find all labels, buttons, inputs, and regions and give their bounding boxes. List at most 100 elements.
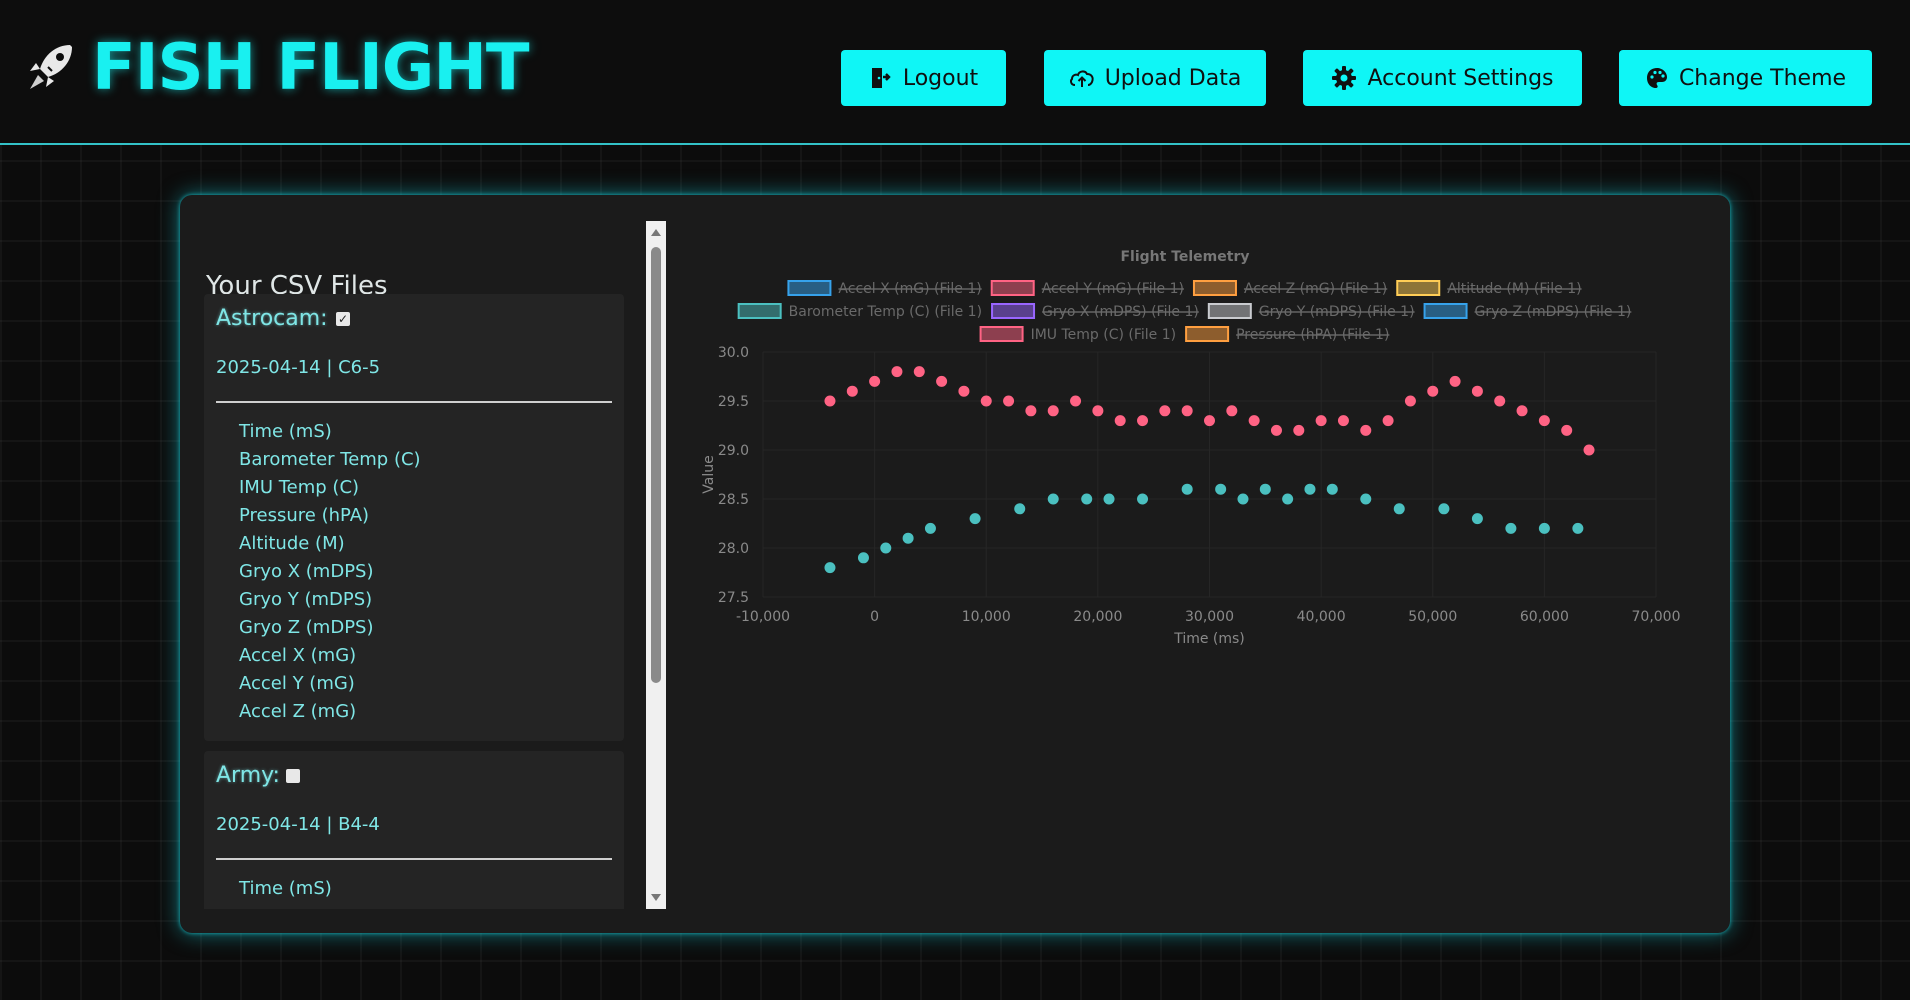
data-point <box>1025 405 1037 417</box>
data-point <box>1226 405 1238 417</box>
rocket-fish-icon <box>30 45 72 89</box>
x-tick-label: 60,000 <box>1520 609 1569 625</box>
legend-swatch <box>990 280 1035 296</box>
y-tick-label: 29.0 <box>718 443 749 459</box>
data-point <box>902 532 914 544</box>
column-item[interactable]: Accel Z (mG) <box>239 698 421 726</box>
data-point <box>1583 444 1595 456</box>
data-point <box>1137 415 1149 427</box>
upload-data-label: Upload Data <box>1104 65 1242 91</box>
legend-label: Altitude (M) (File 1) <box>1447 281 1581 297</box>
data-point <box>1471 513 1483 525</box>
x-tick-label: 30,000 <box>1185 609 1234 625</box>
legend-label: Pressure (hPA) (File 1) <box>1236 327 1389 343</box>
account-settings-button[interactable]: Account Settings <box>1303 50 1582 106</box>
legend-label: IMU Temp (C) (File 1) <box>1031 327 1177 343</box>
legend-label: Gryo Z (mDPS) (File 1) <box>1475 304 1632 320</box>
data-point <box>857 552 869 564</box>
x-tick-label: 50,000 <box>1408 609 1457 625</box>
data-point <box>1449 375 1461 387</box>
column-item[interactable]: Accel X (mG) <box>239 642 421 670</box>
data-point <box>1081 493 1093 505</box>
palette-icon <box>1646 68 1667 88</box>
column-item[interactable]: IMU Temp (C) <box>239 474 421 502</box>
column-item[interactable]: Time (mS) <box>239 418 421 446</box>
data-point <box>1092 405 1104 417</box>
data-point <box>1159 405 1171 417</box>
legend-label: Gryo Y (mDPS) (File 1) <box>1259 304 1415 320</box>
column-item[interactable]: Barometer Temp (C) <box>239 446 421 474</box>
file-select-checkbox[interactable] <box>286 769 300 783</box>
legend-swatch <box>787 280 832 296</box>
app-header: FISH FLIGHT Logout Upload Data Account S… <box>0 0 1910 145</box>
column-list: Time (mS) <box>239 875 332 903</box>
upload-data-button[interactable]: Upload Data <box>1044 50 1266 106</box>
data-point <box>1259 483 1271 495</box>
app-title: FISH FLIGHT <box>92 31 530 105</box>
legend-swatch <box>991 303 1036 319</box>
column-list: Time (mS) Barometer Temp (C) IMU Temp (C… <box>239 418 421 726</box>
sidebar-scrollbar[interactable] <box>646 221 666 909</box>
y-tick-label: 29.5 <box>718 394 749 410</box>
data-point <box>1304 483 1316 495</box>
data-point <box>1282 493 1294 505</box>
x-tick-label: 40,000 <box>1297 609 1346 625</box>
file-date: 2025-04-14 | C6-5 <box>216 357 381 378</box>
data-point <box>924 522 936 534</box>
data-point <box>880 542 892 554</box>
data-point <box>1103 493 1115 505</box>
file-date: 2025-04-14 | B4-4 <box>216 814 380 835</box>
y-tick-label: 28.0 <box>718 541 749 557</box>
column-item[interactable]: Gryo X (mDPS) <box>239 558 421 586</box>
scroll-down-arrow-icon[interactable] <box>651 894 661 901</box>
column-item[interactable]: Time (mS) <box>239 875 332 903</box>
logout-label: Logout <box>902 65 979 91</box>
legend-swatch <box>1185 326 1230 342</box>
data-point <box>1360 424 1372 436</box>
data-point <box>1003 395 1015 407</box>
data-point <box>1393 503 1405 515</box>
scroll-up-arrow-icon[interactable] <box>651 229 661 236</box>
data-point <box>1315 415 1327 427</box>
column-item[interactable]: Gryo Z (mDPS) <box>239 614 421 642</box>
data-point <box>1404 395 1416 407</box>
data-point <box>846 385 858 397</box>
column-item[interactable]: Gryo Y (mDPS) <box>239 586 421 614</box>
legend-label: Accel X (mG) (File 1) <box>838 281 981 297</box>
data-point <box>1114 415 1126 427</box>
data-point <box>958 385 970 397</box>
x-axis-label: Time (ms) <box>1173 631 1245 647</box>
data-point <box>1204 415 1215 427</box>
data-point <box>913 366 925 378</box>
data-point <box>1360 493 1372 505</box>
column-item[interactable]: Accel Y (mG) <box>239 670 421 698</box>
legend-label: Accel Z (mG) (File 1) <box>1244 281 1387 297</box>
x-tick-label: -10,000 <box>736 609 790 625</box>
legend-swatch <box>737 303 782 319</box>
column-item[interactable]: Pressure (hPA) <box>239 502 421 530</box>
x-tick-label: 10,000 <box>962 609 1011 625</box>
legend-swatch <box>1396 280 1441 296</box>
main-panel: Your CSV Files Astrocam: ✓ 2025-04-14 | … <box>180 195 1730 933</box>
csv-files-sidebar: Your CSV Files Astrocam: ✓ 2025-04-14 | … <box>204 221 644 909</box>
x-tick-label: 0 <box>870 609 879 625</box>
data-point <box>1181 483 1193 495</box>
account-settings-label: Account Settings <box>1367 65 1554 91</box>
data-point <box>1471 385 1483 397</box>
data-point <box>1137 493 1149 505</box>
scroll-thumb[interactable] <box>651 247 661 683</box>
data-point <box>1561 424 1573 436</box>
data-point <box>1237 493 1249 505</box>
data-point <box>969 513 981 525</box>
data-point <box>1248 415 1260 427</box>
telemetry-chart: Flight Telemetry Accel X (mG) (File 1) Acc… <box>680 215 1710 915</box>
logout-button[interactable]: Logout <box>841 50 1006 106</box>
change-theme-button[interactable]: Change Theme <box>1619 50 1872 106</box>
column-item[interactable]: Altitude (M) <box>239 530 421 558</box>
cloud-upload-icon <box>1069 70 1094 87</box>
file-select-checkbox[interactable]: ✓ <box>336 312 350 326</box>
data-point <box>936 375 948 387</box>
file-name: Army: <box>216 763 280 788</box>
data-point <box>824 395 836 407</box>
y-tick-label: 28.5 <box>718 492 749 508</box>
